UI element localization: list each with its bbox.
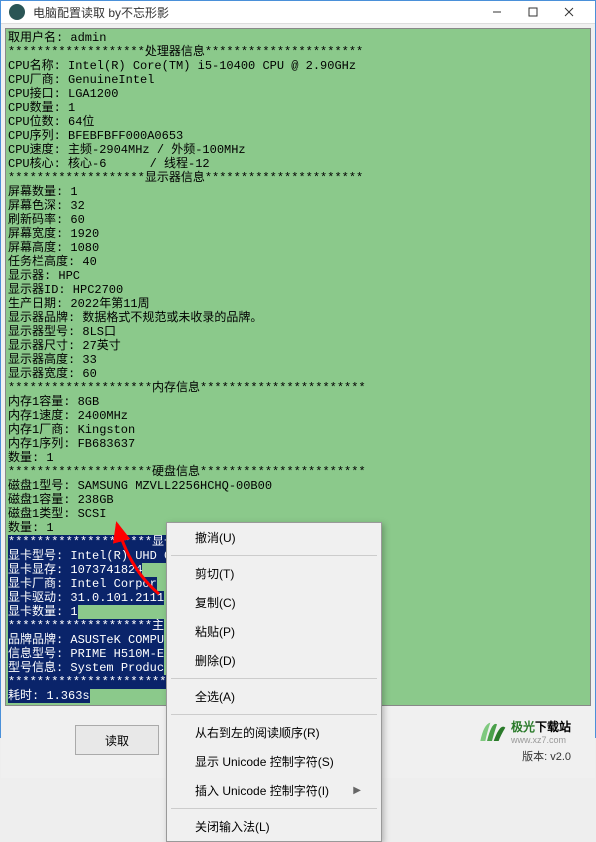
menu-separator — [171, 678, 377, 679]
ram-section-header: ********************内存信息****************… — [8, 381, 366, 395]
site-logo: 极光下载站 www.xz7.com — [475, 716, 571, 746]
menu-close-ime[interactable]: 关闭输入法(L) — [167, 812, 381, 841]
info-line: 屏幕宽度: 1920 — [8, 227, 99, 241]
info-line: 磁盘1型号: SAMSUNG MZVLL2256HCHQ-00B00 — [8, 479, 272, 493]
brand-suffix: 下载站 — [535, 720, 571, 734]
info-line: 显示器ID: HPC2700 — [8, 283, 123, 297]
maximize-button[interactable] — [515, 1, 551, 23]
brand-cn: 极光 — [511, 720, 535, 734]
info-label: 显卡显存: — [8, 563, 63, 577]
info-line: 内存1容量: 8GB — [8, 395, 99, 409]
info-label: 显卡型号: — [8, 549, 63, 563]
aurora-icon — [475, 716, 509, 746]
info-value: ASUSTeK COMPU — [63, 633, 164, 647]
app-icon — [9, 4, 25, 20]
mb-section-header: ********************主 — [8, 619, 164, 633]
menu-delete[interactable]: 删除(D) — [167, 646, 381, 675]
info-label: 显卡数量: — [8, 605, 63, 619]
info-value: 31.0.101.2111 — [63, 591, 164, 605]
menu-rtl-reading[interactable]: 从右到左的阅读顺序(R) — [167, 718, 381, 747]
info-line: 刷新码率: 60 — [8, 213, 85, 227]
info-line: 内存1序列: FB683637 — [8, 437, 135, 451]
minimize-button[interactable] — [479, 1, 515, 23]
menu-copy[interactable]: 复制(C) — [167, 588, 381, 617]
close-icon — [564, 7, 574, 17]
info-line: CPU核心: 核心-6 / 线程-12 — [8, 157, 210, 171]
window-controls — [479, 1, 587, 23]
read-button[interactable]: 读取 — [75, 725, 159, 755]
disk-section-header: ********************硬盘信息****************… — [8, 465, 366, 479]
info-line: 内存1厂商: Kingston — [8, 423, 135, 437]
menu-separator — [171, 714, 377, 715]
version-area: 极光下载站 www.xz7.com 版本: v2.0 — [475, 716, 571, 764]
info-line: CPU位数: 64位 — [8, 115, 94, 129]
info-line: CPU名称: Intel(R) Core(TM) i5-10400 CPU @ … — [8, 59, 356, 73]
menu-show-unicode[interactable]: 显示 Unicode 控制字符(S) — [167, 747, 381, 776]
window-title: 电脑配置读取 by不忘形影 — [33, 4, 479, 21]
info-line: 磁盘1容量: 238GB — [8, 493, 114, 507]
info-value: 1 — [63, 605, 77, 619]
info-line: 显示器品牌: 数据格式不规范或未收录的品牌。 — [8, 311, 262, 325]
minimize-icon — [492, 7, 502, 17]
context-menu: 撤消(U) 剪切(T) 复制(C) 粘贴(P) 删除(D) 全选(A) 从右到左… — [166, 522, 382, 842]
info-line: 屏幕高度: 1080 — [8, 241, 99, 255]
menu-undo[interactable]: 撤消(U) — [167, 523, 381, 552]
info-label: 显卡驱动: — [8, 591, 63, 605]
info-value: 1073741824 — [63, 563, 142, 577]
user-line: 取用户名: admin — [8, 31, 106, 45]
info-value: Intel Corpor — [63, 577, 157, 591]
menu-paste[interactable]: 粘贴(P) — [167, 617, 381, 646]
version-label: 版本: v2.0 — [522, 748, 571, 764]
info-label: 型号信息: — [8, 661, 63, 675]
info-label: 信息型号: — [8, 647, 63, 661]
info-line: 屏幕色深: 32 — [8, 199, 85, 213]
brand-text: 极光下载站 www.xz7.com — [511, 718, 571, 745]
menu-select-all[interactable]: 全选(A) — [167, 682, 381, 711]
info-line: 生产日期: 2022年第11周 — [8, 297, 150, 311]
info-line: CPU序列: BFEBFBFF000A0653 — [8, 129, 183, 143]
display-section-header: *******************显示器信息****************… — [8, 171, 363, 185]
info-label: 品牌品牌: — [8, 633, 63, 647]
info-line: 磁盘1类型: SCSI — [8, 507, 106, 521]
info-line: CPU速度: 主频-2904MHz / 外频-100MHz — [8, 143, 246, 157]
info-line: 显示器型号: 8LS口 — [8, 325, 116, 339]
info-line: CPU厂商: GenuineIntel — [8, 73, 154, 87]
info-value: PRIME H510M-E — [63, 647, 164, 661]
info-line: 内存1速度: 2400MHz — [8, 409, 128, 423]
info-line: 任务栏高度: 40 — [8, 255, 97, 269]
menu-cut[interactable]: 剪切(T) — [167, 559, 381, 588]
titlebar: 电脑配置读取 by不忘形影 — [1, 1, 595, 24]
info-line: 数量: 1 — [8, 521, 54, 535]
maximize-icon — [528, 7, 538, 17]
brand-url: www.xz7.com — [511, 735, 571, 745]
info-line: 显示器高度: 33 — [8, 353, 97, 367]
cpu-section-header: *******************处理器信息****************… — [8, 45, 363, 59]
info-line: 数量: 1 — [8, 451, 54, 465]
info-line: 显示器宽度: 60 — [8, 367, 97, 381]
info-value: System Produc — [63, 661, 164, 675]
menu-separator — [171, 808, 377, 809]
close-button[interactable] — [551, 1, 587, 23]
menu-separator — [171, 555, 377, 556]
menu-insert-unicode[interactable]: 插入 Unicode 控制字符(I)▶ — [167, 776, 381, 805]
submenu-arrow-icon: ▶ — [353, 785, 361, 796]
info-line: 屏幕数量: 1 — [8, 185, 78, 199]
info-line: 显示器: HPC — [8, 269, 80, 283]
info-label: 显卡厂商: — [8, 577, 63, 591]
info-line: 显示器尺寸: 27英寸 — [8, 339, 121, 353]
info-line: CPU接口: LGA1200 — [8, 87, 118, 101]
elapsed-time: 耗时: 1.363s — [8, 689, 90, 703]
info-line: CPU数量: 1 — [8, 101, 75, 115]
